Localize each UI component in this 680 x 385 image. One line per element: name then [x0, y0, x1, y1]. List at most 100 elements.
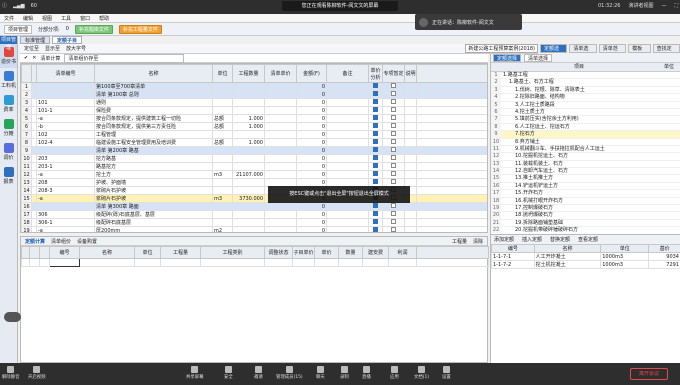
tree-item[interactable]: 15 13.推土机推土方 — [491, 175, 680, 183]
cell-qty[interactable] — [232, 154, 265, 163]
checkbox[interactable] — [391, 211, 396, 216]
cell-note[interactable] — [404, 82, 417, 91]
checkbox[interactable] — [373, 227, 378, 232]
row-number[interactable]: 19 — [21, 226, 32, 232]
cell-unit[interactable]: 总额 — [212, 138, 233, 147]
cell-pad[interactable] — [416, 146, 487, 155]
checkbox[interactable] — [391, 227, 396, 232]
cell-code[interactable]: 208-3 — [36, 186, 95, 195]
row-number[interactable]: 2 — [21, 90, 32, 99]
checkbox[interactable] — [373, 211, 378, 216]
cell-code[interactable]: -b — [36, 122, 95, 131]
cell-analysis[interactable] — [368, 226, 383, 232]
cell-price[interactable] — [264, 210, 297, 219]
cell-unit[interactable] — [212, 98, 233, 107]
cell-price[interactable] — [264, 90, 297, 99]
cell-unit[interactable]: 总额 — [212, 114, 233, 123]
col-code[interactable]: 清单编号 — [36, 64, 95, 83]
cell-qty[interactable] — [232, 218, 265, 227]
menu-file[interactable]: 文件 — [4, 15, 14, 22]
tab-quota[interactable]: 定额子目 — [52, 36, 83, 44]
cell-amount[interactable]: 0 — [296, 210, 327, 219]
standard-select[interactable]: 新建公路工程预算案例(2018) — [465, 44, 538, 53]
cell-qty[interactable] — [232, 210, 265, 219]
qcol-subprice[interactable]: 子目单价 — [292, 246, 315, 259]
cell-note[interactable] — [404, 114, 417, 123]
tab-list-pricing[interactable]: 清单组价 — [51, 238, 71, 245]
cell-amount[interactable]: 0 — [296, 202, 327, 211]
cell-unit[interactable] — [212, 210, 233, 219]
cell-special[interactable] — [382, 82, 405, 91]
cell-qty[interactable] — [232, 178, 265, 187]
cell-unit[interactable] — [212, 202, 233, 211]
cell-amount[interactable]: 0 — [296, 106, 327, 115]
supplement-qty-button[interactable]: 补充工程量文件 — [118, 24, 162, 34]
cell-remark[interactable] — [326, 162, 369, 171]
nav-item-materials[interactable]: 工料机 — [0, 68, 17, 92]
cell-special[interactable] — [382, 98, 405, 107]
cell-special[interactable] — [382, 202, 405, 211]
control-0[interactable]: 解除静音 — [2, 366, 20, 380]
cell-code[interactable] — [36, 146, 95, 155]
cell-analysis[interactable] — [368, 218, 383, 227]
table-row[interactable]: 18 306-1 级配碎石底基层 0 — [21, 218, 487, 227]
checkbox[interactable] — [391, 131, 396, 136]
cell-price[interactable] — [264, 226, 297, 232]
cell-price[interactable] — [264, 218, 297, 227]
row-number[interactable]: 13 — [21, 178, 32, 187]
cell-unit[interactable] — [212, 178, 233, 187]
table-row[interactable]: 9 清单 第200章 路基 0 — [21, 146, 487, 155]
cell-remark[interactable] — [326, 202, 369, 211]
cell-qty[interactable] — [232, 186, 265, 195]
menu-tools[interactable]: 工具 — [61, 15, 71, 22]
row-number[interactable]: 18 — [21, 218, 32, 227]
tab-standard[interactable]: 标准管理 — [20, 36, 51, 44]
cell-name[interactable]: 挖方路基 — [94, 154, 213, 163]
qcol-price[interactable]: 单价 — [314, 246, 339, 259]
cell-analysis[interactable] — [368, 90, 383, 99]
cell-name[interactable]: 清单 第100章 总则 — [94, 90, 213, 99]
cell-qty[interactable] — [232, 226, 265, 232]
cell-unit[interactable] — [212, 186, 233, 195]
cell-code[interactable]: 306 — [36, 210, 95, 219]
cell-special[interactable] — [382, 226, 405, 232]
cell-special[interactable] — [382, 138, 405, 147]
cell-code[interactable]: -a — [36, 114, 95, 123]
row-number[interactable]: 7 — [21, 130, 32, 139]
qcol-unit[interactable]: 单位 — [134, 246, 161, 259]
cell-qty[interactable]: 21107.000 — [232, 170, 265, 179]
info-icon[interactable]: ⓘ — [2, 2, 7, 9]
cell-special[interactable] — [382, 106, 405, 115]
quota-item[interactable]: 1-1-7-1 人工开炸凝土 1000m3 9034 — [491, 252, 680, 261]
qcol-name[interactable]: 名称 — [79, 246, 135, 259]
col-unit[interactable]: 单位 — [212, 64, 233, 83]
checkbox[interactable] — [391, 179, 396, 184]
checkbox[interactable] — [373, 83, 378, 88]
cell-remark[interactable] — [326, 218, 369, 227]
control-9[interactable]: 应用 — [390, 366, 399, 380]
tree-item[interactable]: 18 16.机械打眼开炸石方 — [491, 197, 680, 206]
cell-note[interactable] — [404, 162, 417, 171]
cell-pad[interactable] — [416, 162, 487, 171]
cell-price[interactable] — [264, 130, 297, 139]
cell-special[interactable] — [382, 130, 405, 139]
insert-quota-button[interactable]: 插入定额 — [522, 236, 542, 243]
cell-note[interactable] — [404, 130, 417, 139]
cell-remark[interactable] — [326, 226, 369, 232]
cell-price[interactable] — [264, 154, 297, 163]
cell-analysis[interactable] — [368, 122, 383, 131]
cell-remark[interactable] — [326, 210, 369, 219]
control-2[interactable]: 共享屏幕 — [186, 366, 204, 380]
cell-name[interactable]: 通则 — [94, 98, 213, 107]
cell-remark[interactable] — [326, 114, 369, 123]
cell-unit[interactable] — [212, 90, 233, 99]
share-indicator[interactable]: 您正在观看陈柳软件-阅文文的屏幕 — [282, 1, 398, 11]
cell-unit[interactable] — [212, 218, 233, 227]
table-row[interactable]: 14208-3浆砌片石护坡0 — [21, 186, 487, 195]
leave-meeting-button[interactable]: 离开会议 — [630, 368, 668, 380]
cell-qty[interactable] — [232, 106, 265, 115]
cell-remark[interactable] — [326, 130, 369, 139]
checkbox[interactable] — [373, 99, 378, 104]
cell-qty[interactable]: 1.000 — [232, 114, 265, 123]
cell-price[interactable] — [264, 138, 297, 147]
